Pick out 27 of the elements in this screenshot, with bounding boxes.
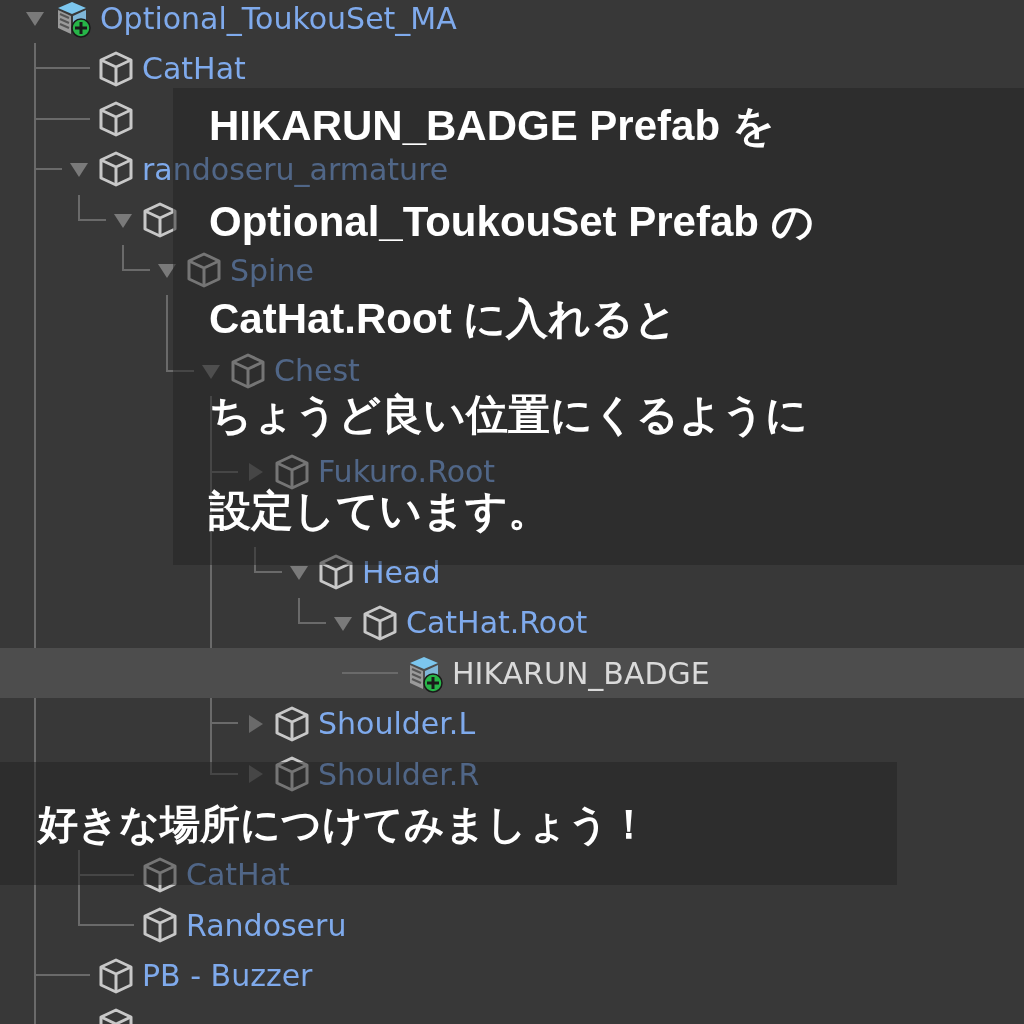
object-name[interactable]: PB - Buzzer <box>142 958 313 994</box>
cube-icon <box>98 49 134 88</box>
caption-line: Optional_ToukouSet Prefab の <box>209 198 814 247</box>
object-name[interactable]: CatHat <box>142 51 246 87</box>
cube-icon <box>98 99 134 138</box>
object-name[interactable]: HIKARUN_BADGE <box>452 655 710 691</box>
cube-icon <box>142 906 178 945</box>
cube-icon <box>98 956 134 995</box>
object-name[interactable]: Optional_ToukouSet_MA <box>100 0 457 36</box>
object-name[interactable]: CatHat.Root <box>406 605 588 641</box>
object-name[interactable]: Randoseru <box>186 907 347 943</box>
cube-icon <box>98 150 134 189</box>
caption-line: HIKARUN_BADGE Prefab を <box>209 102 775 151</box>
cube-icon <box>318 553 354 592</box>
caption-line: CatHat.Root に入れると <box>209 294 678 343</box>
object-name[interactable]: Head <box>362 555 441 590</box>
cube-icon <box>230 351 266 390</box>
cube-icon <box>274 755 310 794</box>
cube-icon <box>142 200 178 239</box>
cube-icon <box>186 251 222 290</box>
caption-line: ちょうど良い位置にくるように <box>209 390 808 440</box>
caption-line: 設定しています。 <box>209 487 550 536</box>
cube-icon <box>362 603 398 642</box>
cube-icon <box>274 704 310 743</box>
object-name[interactable]: Shoulder.L <box>318 706 476 742</box>
caption-line: 好きな場所につけてみましょう！ <box>38 800 649 847</box>
cube-icon <box>142 855 178 894</box>
